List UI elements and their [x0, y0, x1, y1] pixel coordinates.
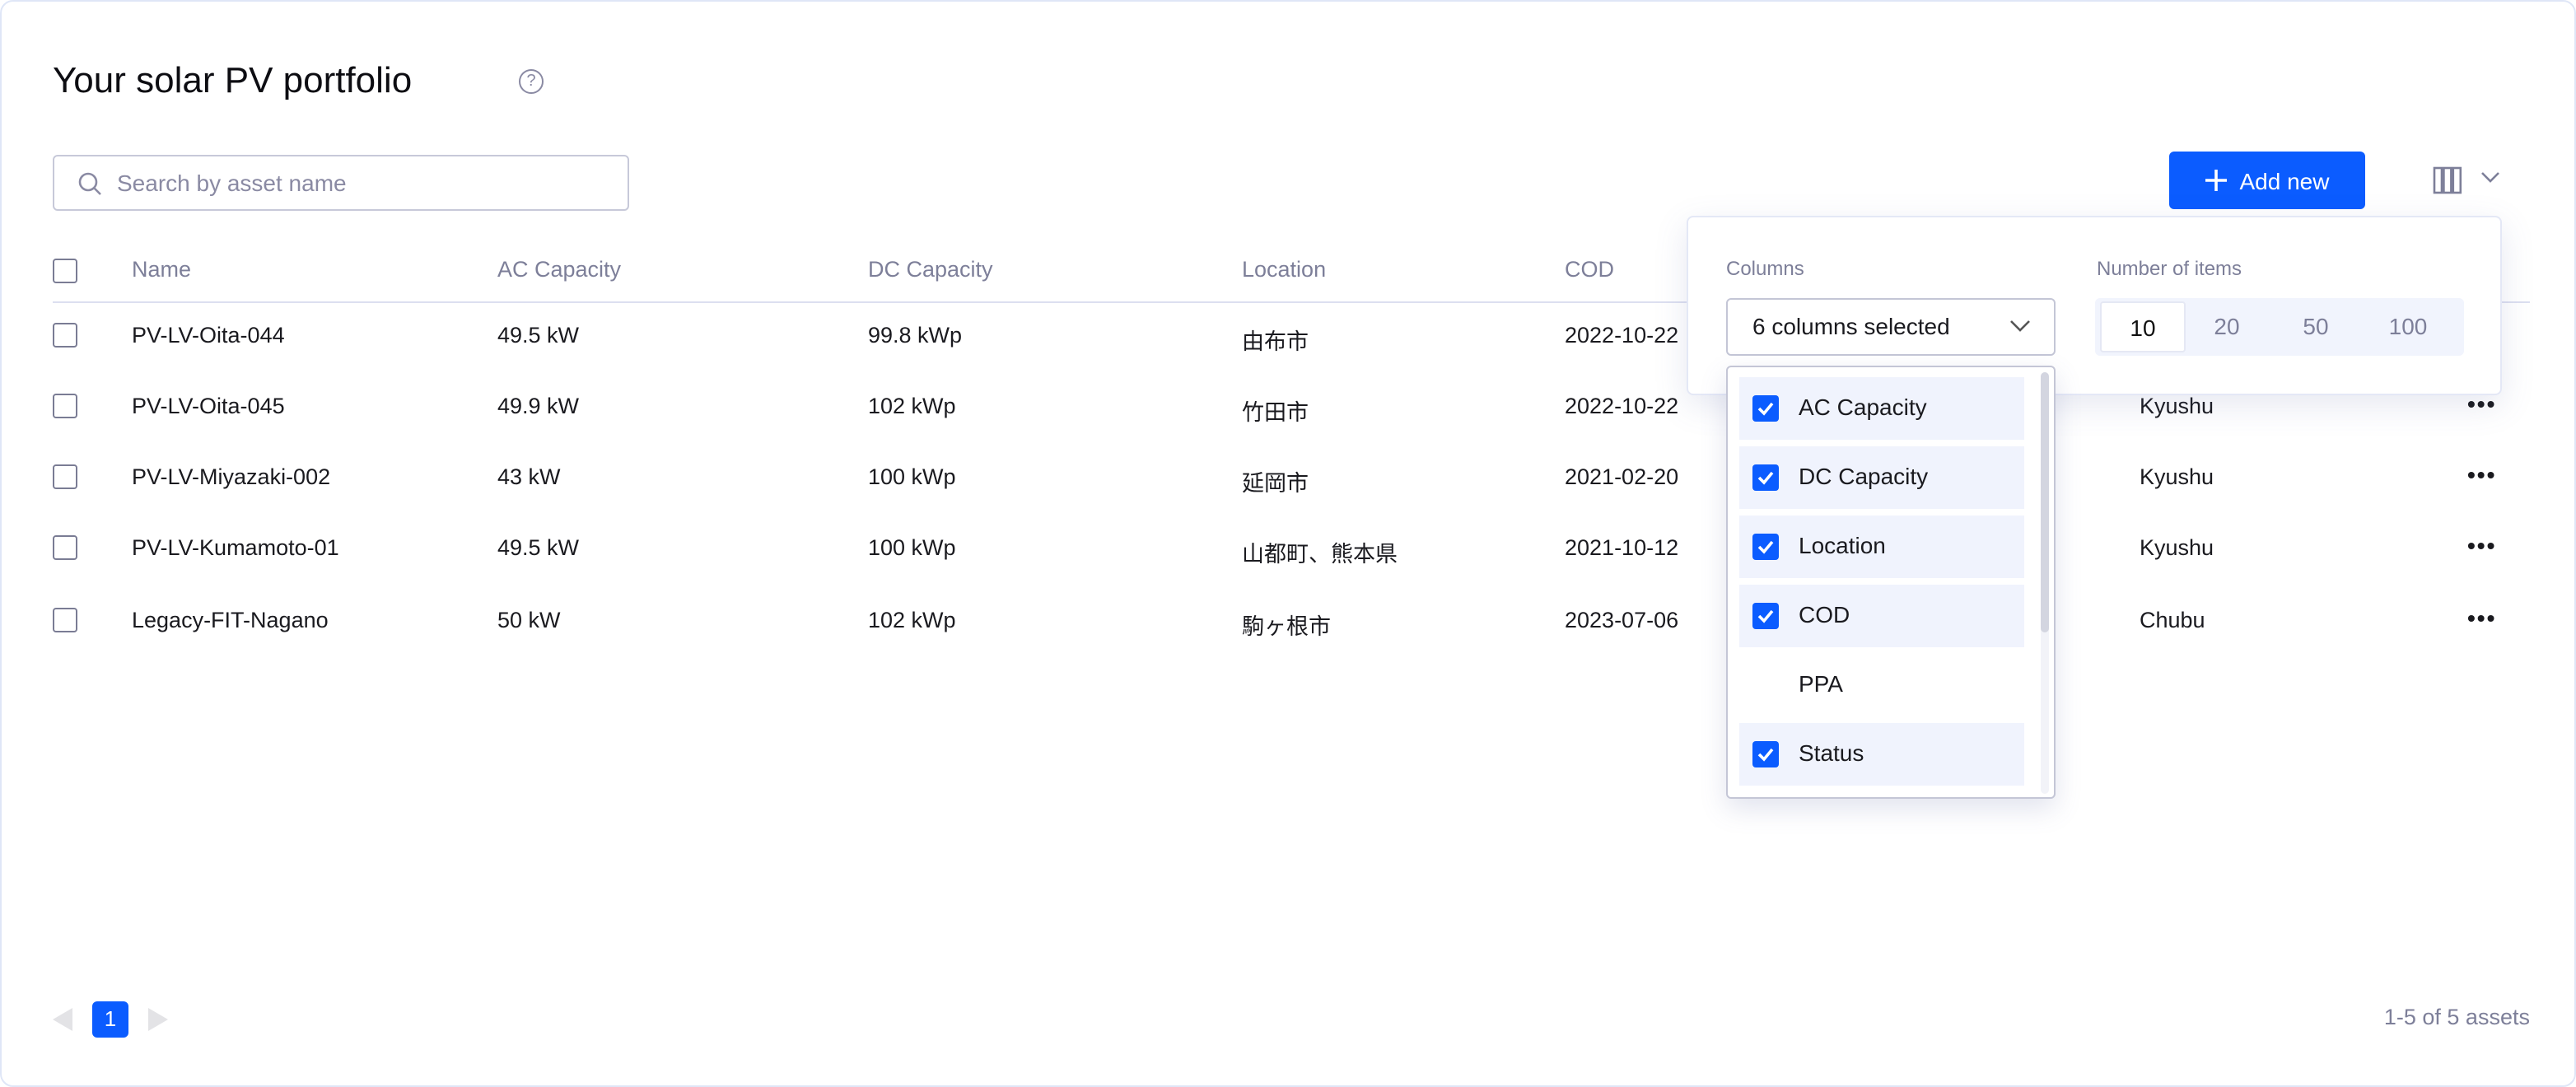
column-option-label: DC Capacity — [1799, 463, 1929, 489]
add-new-label: Add new — [2239, 167, 2330, 194]
cell-ac: 49.9 kW — [497, 394, 580, 418]
row-checkbox[interactable] — [53, 394, 77, 418]
pagination-summary: 1-5 of 5 assets — [2383, 1005, 2530, 1029]
cell-name[interactable]: PV-LV-Kumamoto-01 — [132, 535, 339, 560]
checkbox-checked-icon[interactable] — [1752, 534, 1779, 560]
cell-dc: 102 kWp — [868, 608, 956, 632]
chevron-down-icon[interactable] — [2480, 171, 2500, 184]
cell-ac: 49.5 kW — [497, 323, 580, 348]
prev-page-icon[interactable] — [53, 1008, 72, 1031]
cell-ac: 50 kW — [497, 608, 561, 632]
cell-ac: 49.5 kW — [497, 535, 580, 560]
cell-region: Kyushu — [2140, 464, 2214, 489]
plus-icon — [2205, 170, 2227, 191]
cell-region: Chubu — [2140, 608, 2205, 632]
items-per-page-toggle: 10 20 50 100 — [2095, 298, 2464, 356]
cell-cod: 2021-02-20 — [1565, 464, 1679, 489]
cell-cod: 2022-10-22 — [1565, 394, 1679, 418]
row-checkbox[interactable] — [53, 608, 77, 632]
cell-dc: 100 kWp — [868, 464, 956, 489]
cell-location: 駒ヶ根市 — [1242, 614, 1331, 639]
scrollbar[interactable] — [2041, 372, 2049, 794]
next-page-icon[interactable] — [148, 1008, 168, 1031]
column-option-label: COD — [1799, 601, 1850, 627]
cell-dc: 100 kWp — [868, 535, 956, 560]
checkbox-checked-icon[interactable] — [1752, 464, 1779, 491]
row-checkbox[interactable] — [53, 535, 77, 560]
columns-icon[interactable] — [2433, 166, 2462, 194]
search-icon — [78, 172, 101, 195]
columns-select-value: 6 columns selected — [1752, 313, 1950, 339]
header-dc-capacity[interactable]: DC Capacity — [868, 257, 993, 282]
column-option[interactable]: AC Capacity — [1739, 377, 2024, 440]
row-menu-button[interactable]: ••• — [2467, 532, 2496, 558]
search-input[interactable] — [117, 156, 611, 209]
column-option-label: PPA — [1799, 670, 1843, 697]
items-option-100[interactable]: 100 — [2365, 301, 2451, 352]
items-option-50[interactable]: 50 — [2273, 301, 2359, 352]
column-option[interactable]: PPA — [1739, 654, 2024, 716]
scrollbar-thumb[interactable] — [2041, 372, 2049, 632]
column-option[interactable]: COD — [1739, 585, 2024, 647]
checkbox-checked-icon[interactable] — [1752, 395, 1779, 422]
column-option[interactable]: DC Capacity — [1739, 446, 2024, 509]
row-menu-button[interactable]: ••• — [2467, 461, 2496, 488]
row-menu-button[interactable]: ••• — [2467, 604, 2496, 631]
cell-ac: 43 kW — [497, 464, 561, 489]
select-all-checkbox[interactable] — [53, 259, 77, 283]
cell-name[interactable]: PV-LV-Oita-045 — [132, 394, 285, 418]
column-option-label: Location — [1799, 532, 1886, 558]
header-name[interactable]: Name — [132, 257, 191, 282]
add-new-button[interactable]: Add new — [2169, 152, 2365, 209]
cell-cod: 2022-10-22 — [1565, 323, 1679, 348]
cell-cod: 2021-10-12 — [1565, 535, 1679, 560]
columns-select[interactable]: 6 columns selected — [1726, 298, 2056, 356]
checkbox-checked-icon[interactable] — [1752, 741, 1779, 767]
cell-region: Kyushu — [2140, 535, 2214, 560]
cell-dc: 99.8 kWp — [868, 323, 963, 348]
columns-dropdown-list: AC Capacity DC Capacity Location COD PPA Stat… — [1726, 366, 2056, 799]
search-box — [53, 155, 629, 211]
cell-name[interactable]: Legacy-FIT-Nagano — [132, 608, 329, 632]
cell-location: 由布市 — [1242, 329, 1309, 354]
column-option[interactable]: Status — [1739, 723, 2024, 786]
help-icon[interactable]: ? — [519, 69, 544, 94]
page-title: Your solar PV portfolio — [53, 59, 413, 100]
chevron-down-icon — [2010, 320, 2030, 332]
column-option-label: Status — [1799, 739, 1864, 766]
cell-location: 延岡市 — [1242, 471, 1309, 496]
header-ac-capacity[interactable]: AC Capacity — [497, 257, 621, 282]
row-checkbox[interactable] — [53, 323, 77, 348]
header-cod[interactable]: COD — [1565, 257, 1614, 282]
items-option-20[interactable]: 20 — [2184, 301, 2270, 352]
page-1-button[interactable]: 1 — [92, 1001, 128, 1038]
cell-name[interactable]: PV-LV-Oita-044 — [132, 323, 285, 348]
row-checkbox[interactable] — [53, 464, 77, 489]
items-option-10[interactable]: 10 — [2100, 301, 2186, 352]
cell-location: 山都町、熊本県 — [1242, 542, 1398, 567]
cell-region: Kyushu — [2140, 394, 2214, 418]
cell-location: 竹田市 — [1242, 400, 1309, 425]
column-option[interactable]: Location — [1739, 516, 2024, 578]
checkbox-checked-icon[interactable] — [1752, 603, 1779, 629]
column-option-label: AC Capacity — [1799, 394, 1927, 420]
columns-label: Columns — [1726, 257, 1804, 280]
header-location[interactable]: Location — [1242, 257, 1326, 282]
cell-name[interactable]: PV-LV-Miyazaki-002 — [132, 464, 330, 489]
cell-dc: 102 kWp — [868, 394, 956, 418]
items-label: Number of items — [2097, 257, 2242, 280]
cell-cod: 2023-07-06 — [1565, 608, 1679, 632]
